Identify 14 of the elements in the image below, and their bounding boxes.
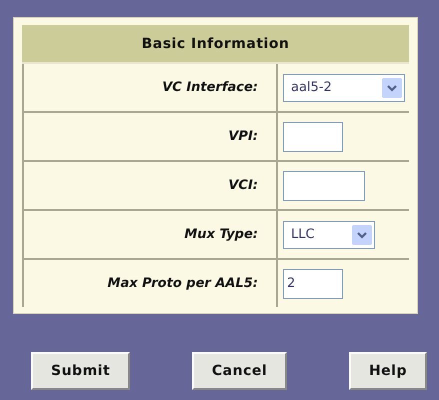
section-title: Basic Information: [22, 25, 409, 64]
dropdown[interactable]: LLC: [283, 220, 375, 248]
action-button[interactable]: Cancel: [192, 352, 288, 390]
input-field[interactable]: [283, 122, 343, 152]
field-label: VPI:: [22, 113, 278, 162]
field-label: VCI:: [22, 162, 278, 211]
dropdown[interactable]: aal5-2: [283, 74, 405, 102]
action-button[interactable]: Help: [348, 352, 427, 390]
field-label: Mux Type:: [22, 211, 278, 260]
field-label: VC Interface:: [22, 64, 278, 113]
field-label: Max Proto per AAL5:: [22, 260, 278, 307]
action-button[interactable]: Submit: [31, 352, 130, 390]
input-field[interactable]: 2: [283, 268, 343, 298]
input-field[interactable]: [283, 170, 365, 200]
